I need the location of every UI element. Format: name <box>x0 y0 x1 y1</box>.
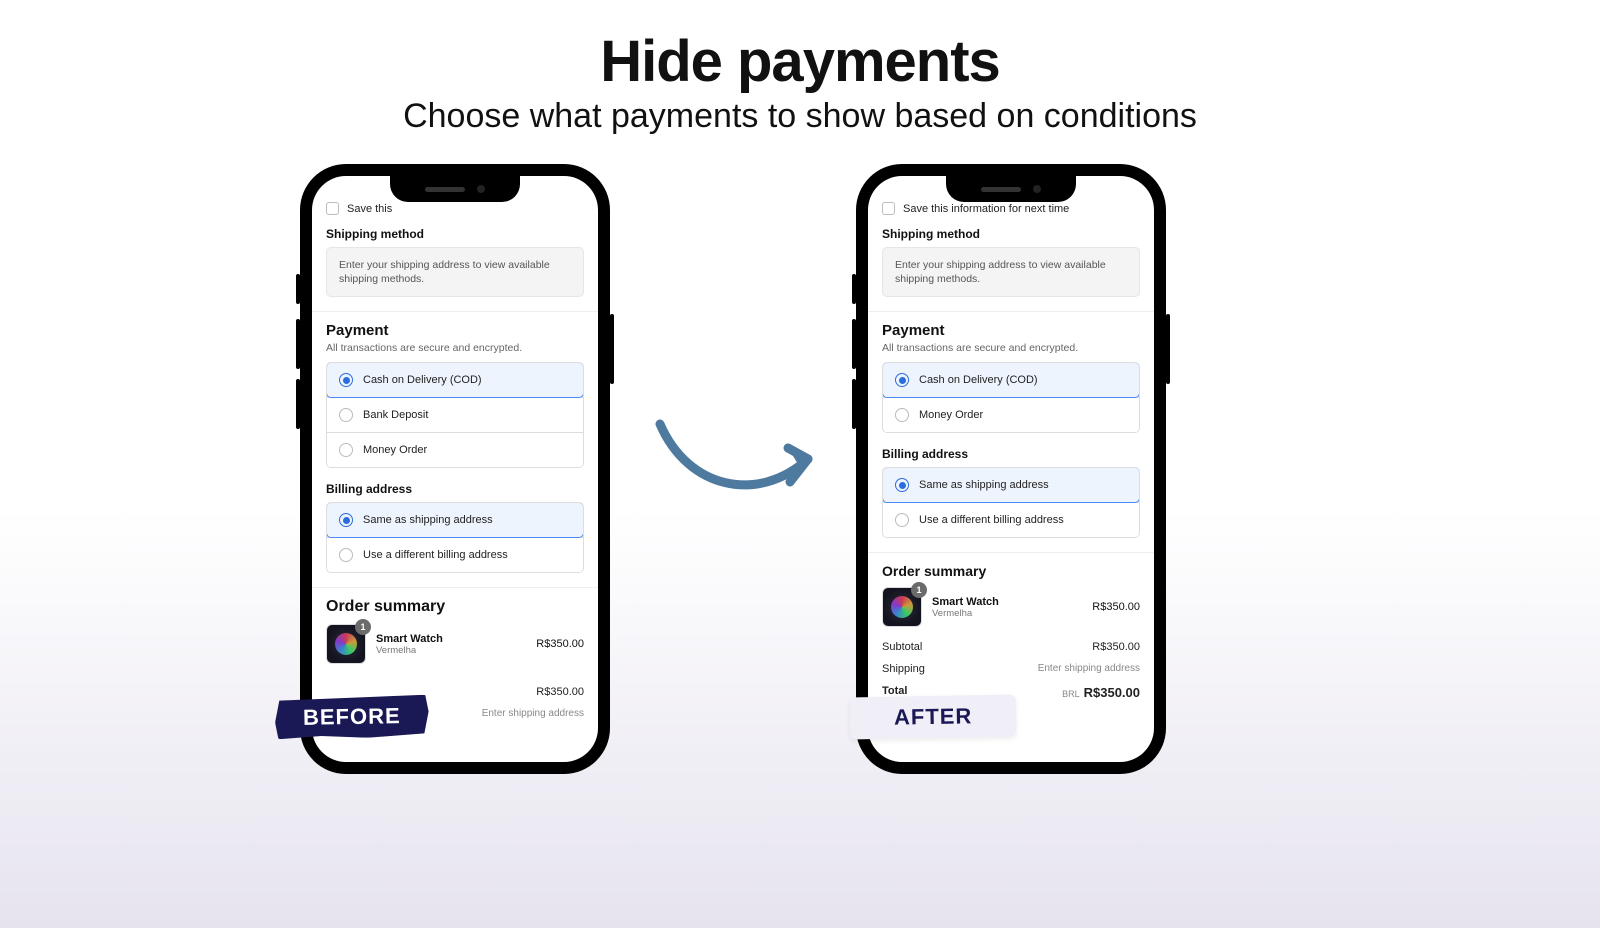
product-variant: Vermelha <box>376 645 526 656</box>
product-thumb: 1 <box>882 587 922 627</box>
arrow-icon <box>648 404 838 524</box>
shipping-method-title: Shipping method <box>882 227 1140 241</box>
checkout-screen-after: Save this information for next time Ship… <box>868 176 1154 762</box>
billing-title: Billing address <box>326 482 584 496</box>
subtotal-value: R$350.00 <box>536 686 584 698</box>
checkbox-icon[interactable] <box>882 202 895 215</box>
shipping-hint-box: Enter your shipping address to view avai… <box>882 247 1140 297</box>
product-variant: Vermelha <box>932 608 1082 619</box>
payment-subtitle: All transactions are secure and encrypte… <box>326 342 584 354</box>
subtotal-row: R$350.00 <box>326 686 584 698</box>
product-name: Smart Watch <box>376 633 526 645</box>
shipping-label: Shipping <box>882 663 925 675</box>
total-currency: BRL <box>1062 689 1080 699</box>
subtotal-value: R$350.00 <box>1092 641 1140 653</box>
payment-option-label: Cash on Delivery (COD) <box>363 374 482 386</box>
billing-same-label: Same as shipping address <box>919 479 1049 491</box>
order-line-item: 1 Smart Watch Vermelha R$350.00 <box>326 624 584 664</box>
payment-option[interactable]: Money Order <box>327 432 583 467</box>
shipping-value: Enter shipping address <box>1038 663 1140 675</box>
billing-options: Same as shipping address Use a different… <box>326 502 584 573</box>
checkbox-icon[interactable] <box>326 202 339 215</box>
payment-option-label: Bank Deposit <box>363 409 428 421</box>
payment-title: Payment <box>882 322 1140 339</box>
payment-option[interactable]: Cash on Delivery (COD) <box>882 362 1140 398</box>
payment-options: Cash on Delivery (COD) Bank Deposit Money … <box>326 362 584 468</box>
order-summary-title: Order summary <box>882 563 1140 579</box>
comparison-stage: Save this Shipping method Enter your shi… <box>0 164 1600 864</box>
radio-icon <box>339 373 353 387</box>
product-name: Smart Watch <box>932 596 1082 608</box>
radio-icon <box>339 513 353 527</box>
billing-diff-label: Use a different billing address <box>363 549 508 561</box>
billing-same[interactable]: Same as shipping address <box>326 502 584 538</box>
phone-notch <box>390 176 520 202</box>
save-info-label: Save this <box>347 203 392 215</box>
shipping-hint-box: Enter your shipping address to view avai… <box>326 247 584 297</box>
shipping-row: Shipping Enter shipping address <box>882 663 1140 675</box>
qty-badge: 1 <box>911 582 927 598</box>
shipping-value: Enter shipping address <box>482 708 584 720</box>
save-info-label: Save this information for next time <box>903 203 1069 215</box>
product-thumb: 1 <box>326 624 366 664</box>
phone-before: Save this Shipping method Enter your shi… <box>300 164 610 774</box>
phone-after: Save this information for next time Ship… <box>856 164 1166 774</box>
payment-option[interactable]: Bank Deposit <box>327 397 583 432</box>
radio-icon <box>339 443 353 457</box>
radio-icon <box>895 478 909 492</box>
payment-option[interactable]: Money Order <box>883 397 1139 432</box>
payment-option[interactable]: Cash on Delivery (COD) <box>326 362 584 398</box>
radio-icon <box>895 408 909 422</box>
payment-subtitle: All transactions are secure and encrypte… <box>882 342 1140 354</box>
shipping-method-title: Shipping method <box>326 227 584 241</box>
checkout-screen-before: Save this Shipping method Enter your shi… <box>312 176 598 762</box>
billing-diff[interactable]: Use a different billing address <box>327 537 583 572</box>
product-price: R$350.00 <box>1092 601 1140 613</box>
after-banner: AFTER <box>850 695 1017 740</box>
radio-icon <box>339 408 353 422</box>
subtotal-label: Subtotal <box>882 641 922 653</box>
order-line-item: 1 Smart Watch Vermelha R$350.00 <box>882 587 1140 627</box>
billing-options: Same as shipping address Use a different… <box>882 467 1140 538</box>
radio-icon <box>339 548 353 562</box>
radio-icon <box>895 373 909 387</box>
payment-title: Payment <box>326 322 584 339</box>
subtotal-row: Subtotal R$350.00 <box>882 641 1140 653</box>
billing-same-label: Same as shipping address <box>363 514 493 526</box>
billing-same[interactable]: Same as shipping address <box>882 467 1140 503</box>
page-subtitle: Choose what payments to show based on co… <box>0 97 1600 136</box>
product-price: R$350.00 <box>536 638 584 650</box>
billing-title: Billing address <box>882 447 1140 461</box>
total-value: R$350.00 <box>1084 685 1140 700</box>
payment-option-label: Cash on Delivery (COD) <box>919 374 1038 386</box>
order-summary-title: Order summary <box>326 598 584 616</box>
qty-badge: 1 <box>355 619 371 635</box>
billing-diff[interactable]: Use a different billing address <box>883 502 1139 537</box>
before-banner: BEFORE <box>275 695 429 740</box>
radio-icon <box>895 513 909 527</box>
payment-options: Cash on Delivery (COD) Money Order <box>882 362 1140 433</box>
payment-option-label: Money Order <box>363 444 427 456</box>
payment-option-label: Money Order <box>919 409 983 421</box>
billing-diff-label: Use a different billing address <box>919 514 1064 526</box>
phone-notch <box>946 176 1076 202</box>
page-title: Hide payments <box>0 28 1600 95</box>
